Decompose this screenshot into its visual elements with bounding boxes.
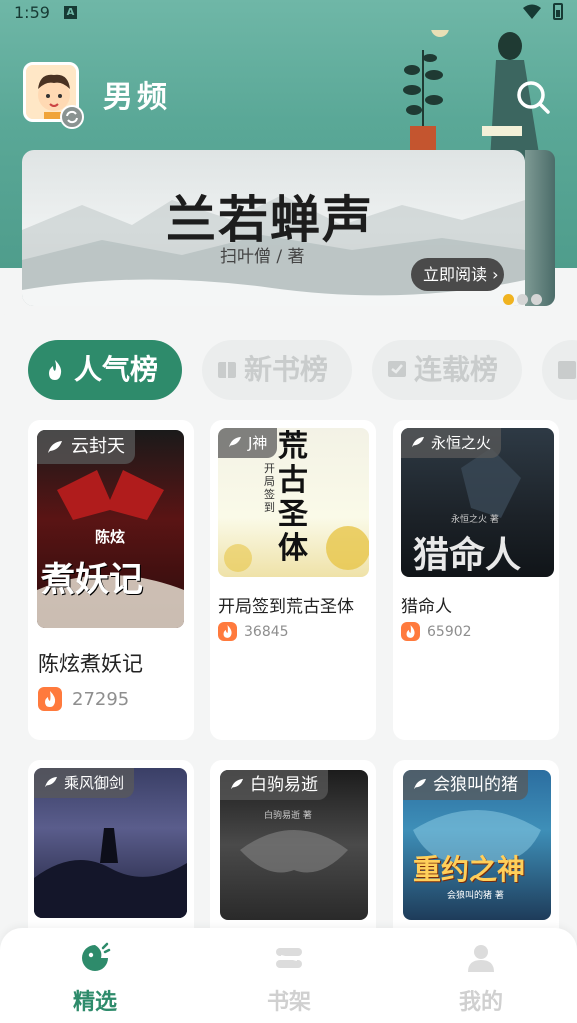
author-name: 云封天	[71, 436, 125, 457]
author-badge: 永恒之火	[401, 428, 502, 458]
profile-icon	[468, 945, 494, 972]
read-now-button[interactable]: 立即阅读 ›	[411, 258, 504, 291]
book-card[interactable]: 荒古圣体 开局签到 J神 开局签到荒古圣体 36845	[210, 420, 376, 740]
tab-new-books[interactable]: 新书榜	[202, 340, 352, 400]
author-badge: 白驹易逝	[220, 770, 328, 800]
nav-label: 我的	[458, 990, 503, 1015]
book-card[interactable]: 陈炫 煮妖记 云封天 陈炫煮妖记 27295	[28, 420, 194, 740]
flame-icon	[49, 360, 62, 380]
nav-featured[interactable]: 精选	[35, 928, 155, 1023]
author-name: 乘风御剑	[64, 774, 125, 792]
cover-title: 煮妖记	[41, 560, 143, 600]
status-time: 1:59	[14, 3, 50, 22]
ranking-tabs: 人气榜 新书榜 连载榜	[28, 340, 577, 400]
author-name: 白驹易逝	[250, 775, 318, 795]
pagination-dot	[531, 294, 542, 305]
tab-popular[interactable]: 人气榜	[28, 340, 182, 400]
book-icon	[218, 362, 236, 378]
status-bar: 1:59 A	[0, 0, 577, 26]
heat-icon	[401, 622, 420, 641]
author-badge: 云封天	[37, 430, 135, 464]
book-cover: 乘风御剑	[34, 768, 187, 918]
nav-profile[interactable]: 我的	[421, 928, 541, 1023]
banner-next-peek[interactable]	[525, 150, 555, 306]
wifi-icon	[523, 4, 541, 19]
author-name: 永恒之火	[431, 434, 492, 452]
switch-gender-icon[interactable]	[60, 105, 84, 129]
feather-icon	[45, 776, 57, 788]
cover-subtitle: 会狼叫的猪 著	[447, 891, 504, 901]
feather-icon	[414, 778, 426, 790]
heat-count: 27295	[72, 689, 130, 710]
serial-icon	[388, 361, 406, 377]
book-cover: 陈炫 煮妖记 云封天	[37, 430, 184, 628]
feather-icon	[48, 441, 62, 453]
feather-icon	[412, 436, 424, 448]
heat-count: 65902	[427, 624, 472, 640]
battery-icon	[553, 3, 563, 20]
channel-title[interactable]: 男频	[103, 72, 171, 116]
feather-icon	[231, 778, 243, 790]
cover-subtitle: 白驹易逝 著	[264, 811, 312, 821]
heat-icon	[38, 687, 62, 711]
featured-icon	[82, 942, 111, 971]
cover-title: 荒古圣体	[278, 429, 308, 566]
tab-serializing[interactable]: 连载榜	[372, 340, 522, 400]
author-name: J神	[248, 434, 268, 452]
nav-label: 精选	[72, 990, 117, 1015]
cover-subtitle: 永恒之火 著	[451, 515, 499, 525]
pagination-dot	[517, 294, 528, 305]
search-icon[interactable]	[514, 78, 552, 116]
nav-label: 书架	[266, 990, 311, 1015]
book-title: 开局签到荒古圣体	[218, 597, 354, 617]
cover-subtitle: 陈炫	[95, 528, 126, 546]
tab-label: 连载榜	[414, 353, 499, 386]
feather-icon	[229, 436, 241, 448]
banner-pagination	[503, 290, 545, 309]
heat-icon	[218, 622, 237, 641]
heat-count: 36845	[244, 624, 289, 640]
cover-title: 猎命人	[413, 534, 522, 576]
cover-subtitle: 开局签到	[264, 462, 275, 514]
tab-more[interactable]	[542, 340, 577, 400]
author-badge: J神	[218, 428, 278, 458]
author-name: 会狼叫的猪	[433, 775, 518, 795]
author-badge: 乘风御剑	[34, 768, 135, 798]
book-card[interactable]: 永恒之火 著 猎命人 永恒之火 猎命人 65902	[393, 420, 559, 740]
book-cover: 重约之神 会狼叫的猪 著 会狼叫的猪	[403, 770, 551, 920]
banner[interactable]: 兰若蝉声 扫叶僧 / 著 立即阅读 ›	[22, 150, 525, 306]
author-badge: 会狼叫的猪	[403, 770, 528, 800]
book-cover: 白驹易逝 著 白驹易逝	[220, 770, 368, 920]
book-cover: 永恒之火 著 猎命人 永恒之火	[401, 428, 554, 577]
banner-subtitle: 扫叶僧 / 著	[220, 247, 305, 267]
tab-label: 新书榜	[244, 353, 329, 386]
tab-label: 人气榜	[74, 353, 159, 386]
bookshelf-icon	[276, 948, 302, 968]
nav-bookshelf[interactable]: 书架	[229, 928, 349, 1023]
pagination-dot-active	[503, 294, 514, 305]
cover-title: 重约之神	[413, 853, 526, 886]
bottom-nav: 精选 书架 我的	[0, 928, 577, 1023]
notification-icon: A	[64, 6, 77, 19]
book-cover: 荒古圣体 开局签到 J神	[218, 428, 369, 577]
list-icon	[558, 361, 576, 379]
book-title: 陈炫煮妖记	[38, 652, 143, 676]
book-title: 猎命人	[401, 597, 452, 617]
